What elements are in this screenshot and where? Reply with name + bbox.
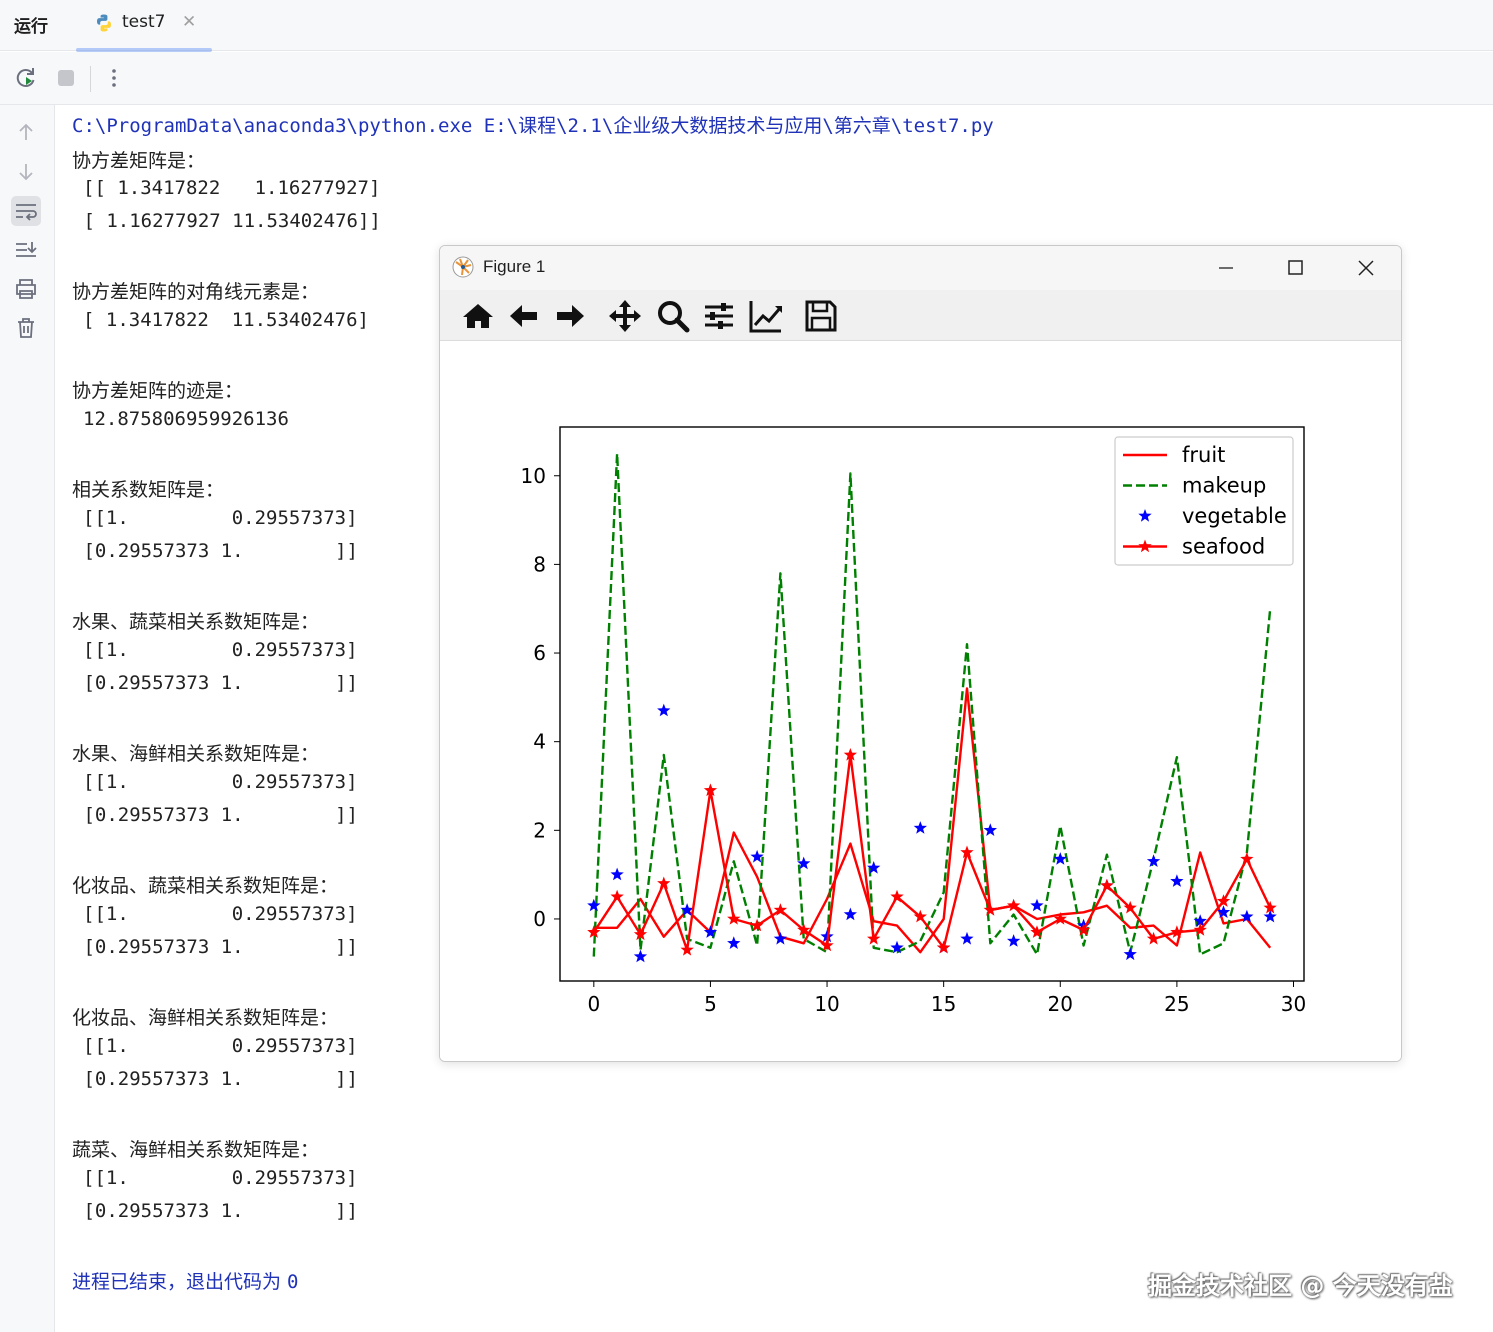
console-heading: 化妆品、蔬菜相关系数矩阵是： bbox=[72, 875, 339, 897]
arrow-up-icon[interactable] bbox=[11, 117, 41, 147]
legend-label-vegetable: vegetable bbox=[1182, 504, 1287, 528]
legend-label-makeup: makeup bbox=[1182, 474, 1266, 498]
edit-axis-icon[interactable] bbox=[748, 298, 784, 334]
x-tick-label: 0 bbox=[587, 992, 600, 1016]
maximize-icon[interactable] bbox=[1275, 252, 1315, 284]
console-output-line: [[1. 0.29557373] bbox=[83, 1035, 358, 1057]
figure-window[interactable]: Figure 1 0 5 10 15 20 25 30 0 2 4 6 8 10… bbox=[439, 245, 1402, 1062]
pan-icon[interactable] bbox=[607, 298, 643, 334]
minimize-icon[interactable] bbox=[1206, 252, 1246, 284]
console-output-line: [ 1.16277927 11.53402476]] bbox=[72, 210, 381, 232]
console-output-line: [ 1.3417822 11.53402476] bbox=[83, 309, 369, 331]
configure-subplots-icon[interactable] bbox=[701, 298, 737, 334]
figure-title: Figure 1 bbox=[483, 257, 546, 276]
console-output-line: [0.29557373 1. ]] bbox=[72, 1200, 358, 1222]
y-tick-label: 10 bbox=[521, 464, 546, 488]
save-icon[interactable] bbox=[803, 298, 839, 334]
run-tool-window-header: 运行 test7 ✕ bbox=[0, 0, 1493, 52]
console-output-line: [0.29557373 1. ]] bbox=[72, 804, 358, 826]
console-heading: 水果、海鲜相关系数矩阵是： bbox=[72, 743, 320, 765]
run-panel-title: 运行 bbox=[14, 17, 48, 37]
console-gutter bbox=[0, 105, 55, 1332]
console-output-line: [[1. 0.29557373] bbox=[83, 771, 358, 793]
trash-icon[interactable] bbox=[11, 313, 41, 343]
console-heading: 协方差矩阵的迹是： bbox=[72, 380, 244, 402]
legend-label-fruit: fruit bbox=[1182, 443, 1225, 467]
watermark: 掘金技术社区 @ 今天没有盐 bbox=[1148, 1272, 1453, 1300]
python-icon bbox=[97, 14, 111, 32]
console-output-line: [[1. 0.29557373] bbox=[83, 1167, 358, 1189]
legend-label-seafood: seafood bbox=[1182, 535, 1265, 559]
figure-titlebar[interactable]: Figure 1 bbox=[440, 246, 1401, 290]
console-output-line: [[ 1.3417822 1.16277927] bbox=[83, 177, 381, 199]
x-tick-label: 15 bbox=[931, 992, 956, 1016]
console-output-line: [0.29557373 1. ]] bbox=[72, 672, 358, 694]
tab-label: test7 bbox=[122, 12, 166, 32]
scroll-to-end-icon[interactable] bbox=[11, 235, 41, 265]
line-chart[interactable]: 0 5 10 15 20 25 30 0 2 4 6 8 10 fruit makeup vegetabl… bbox=[440, 341, 1401, 1061]
console-output-line: [0.29557373 1. ]] bbox=[72, 1068, 358, 1090]
y-tick-label: 6 bbox=[533, 641, 546, 665]
arrow-down-icon[interactable] bbox=[11, 157, 41, 187]
process-exit-line: 进程已结束，退出代码为 0 bbox=[72, 1267, 299, 1294]
console-output-line: [[1. 0.29557373] bbox=[83, 507, 358, 529]
console-command-line: C:\ProgramData\anaconda3\python.exe E:\课… bbox=[72, 115, 994, 137]
matplotlib-logo-icon bbox=[452, 256, 474, 278]
console-heading: 蔬菜、海鲜相关系数矩阵是： bbox=[72, 1139, 320, 1161]
process-exit-code: 0 bbox=[287, 1271, 299, 1293]
console-output-line: [0.29557373 1. ]] bbox=[72, 540, 358, 562]
stop-icon[interactable] bbox=[52, 64, 80, 92]
process-exit-message: 进程已结束，退出代码为 bbox=[72, 1271, 288, 1293]
y-tick-label: 4 bbox=[533, 730, 546, 754]
more-vertical-icon[interactable] bbox=[100, 64, 128, 92]
console-output-line: [[1. 0.29557373] bbox=[83, 903, 358, 925]
run-toolbar bbox=[0, 52, 1493, 105]
print-icon[interactable] bbox=[11, 274, 41, 304]
rerun-icon[interactable] bbox=[12, 64, 40, 92]
console-output-line: [[1. 0.29557373] bbox=[83, 639, 358, 661]
forward-icon[interactable] bbox=[552, 298, 588, 334]
zoom-icon[interactable] bbox=[655, 298, 691, 334]
tab-close-icon[interactable]: ✕ bbox=[182, 12, 196, 32]
home-icon[interactable] bbox=[460, 298, 496, 334]
figure-toolbar bbox=[440, 290, 1401, 341]
console-heading: 相关系数矩阵是： bbox=[72, 479, 225, 501]
x-tick-label: 25 bbox=[1164, 992, 1189, 1016]
console-heading: 化妆品、海鲜相关系数矩阵是： bbox=[72, 1007, 339, 1029]
console-heading: 水果、蔬菜相关系数矩阵是： bbox=[72, 611, 320, 633]
toolbar-separator bbox=[90, 66, 91, 92]
back-icon[interactable] bbox=[506, 298, 542, 334]
console-output-line: [0.29557373 1. ]] bbox=[72, 936, 358, 958]
x-tick-label: 10 bbox=[814, 992, 839, 1016]
x-tick-label: 5 bbox=[704, 992, 717, 1016]
console-heading: 协方差矩阵是： bbox=[72, 150, 206, 172]
y-tick-label: 0 bbox=[533, 907, 546, 931]
y-tick-label: 2 bbox=[533, 818, 546, 842]
y-tick-label: 8 bbox=[533, 552, 546, 576]
x-tick-label: 20 bbox=[1048, 992, 1073, 1016]
figure-canvas[interactable]: 0 5 10 15 20 25 30 0 2 4 6 8 10 fruit makeup vegetabl… bbox=[440, 341, 1401, 1061]
console-output-line: 12.875806959926136 bbox=[83, 408, 289, 430]
close-icon[interactable] bbox=[1346, 252, 1386, 284]
tab-test7[interactable]: test7 ✕ bbox=[76, 0, 212, 52]
x-tick-label: 30 bbox=[1281, 992, 1306, 1016]
console-heading: 协方差矩阵的对角线元素是： bbox=[72, 281, 320, 303]
soft-wrap-icon[interactable] bbox=[11, 196, 41, 226]
